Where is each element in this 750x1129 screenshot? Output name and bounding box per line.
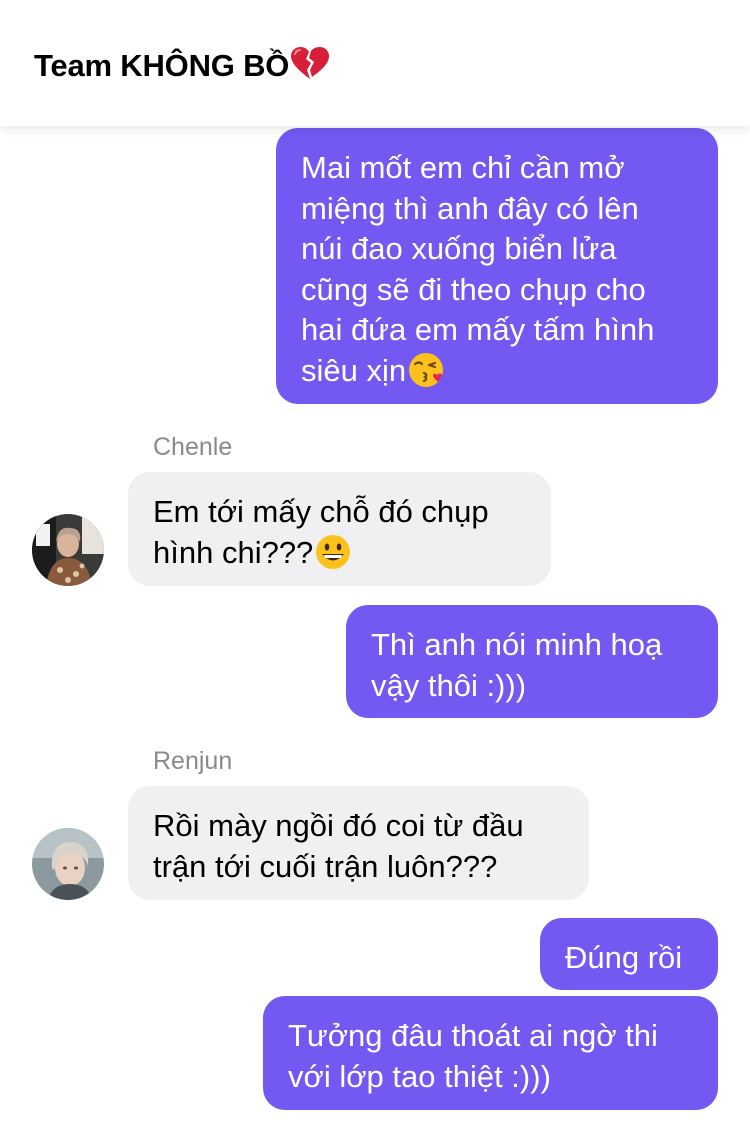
sender-name: Renjun <box>153 747 233 775</box>
outgoing-message[interactable]: Mai mốt em chỉ cần mở miệng thì anh đây … <box>276 128 718 404</box>
message-line-text: hình chi??? <box>153 534 314 570</box>
kissing-face-icon <box>407 351 445 389</box>
incoming-message[interactable]: Rồi mày ngồi đó coi từ đầu trận tới cuối… <box>128 786 589 900</box>
message-line: Mai mốt em chỉ cần mở <box>301 150 625 185</box>
broken-heart-icon <box>290 46 330 80</box>
message-line: với lớp tao thiệt :))) <box>288 1058 551 1094</box>
message-line: Đúng rồi <box>565 940 683 975</box>
message-line-text: siêu xịn <box>301 352 407 388</box>
message-line: trận tới cuối trận luôn??? <box>153 848 498 884</box>
grinning-face-icon <box>314 533 352 571</box>
message-line: vậy thôi :))) <box>371 667 527 703</box>
sender-name: Chenle <box>153 433 233 461</box>
message-line: Rồi mày ngồi đó coi từ đầu <box>153 808 524 843</box>
chat-header: Team KHÔNG BỒ <box>0 0 750 126</box>
message-line: cũng sẽ đi theo chụp cho <box>301 271 646 307</box>
outgoing-message[interactable]: Đúng rồi <box>540 918 718 990</box>
avatar-renjun[interactable] <box>32 828 104 900</box>
message-line: Thì anh nói minh hoạ <box>371 627 663 662</box>
message-line: miệng thì anh đây có lên <box>301 190 639 226</box>
message-line: hai đứa em mấy tấm hình <box>301 312 655 347</box>
chat-title-text: Team KHÔNG BỒ <box>34 48 290 83</box>
chat-title[interactable]: Team KHÔNG BỒ <box>34 46 330 84</box>
message-line: Tưởng đâu thoát ai ngờ thi <box>288 1018 658 1053</box>
avatar-chenle[interactable] <box>32 514 104 586</box>
outgoing-message[interactable]: Thì anh nói minh hoạ vậy thôi :))) <box>346 605 718 718</box>
message-line: núi đao xuống biển lửa <box>301 231 617 266</box>
message-line-last: siêu xịn <box>301 351 694 392</box>
message-line: Em tới mấy chỗ đó chụp <box>153 494 489 529</box>
outgoing-message[interactable]: Tưởng đâu thoát ai ngờ thi với lớp tao t… <box>263 996 718 1110</box>
message-line-last: hình chi??? <box>153 533 527 574</box>
incoming-message[interactable]: Em tới mấy chỗ đó chụp hình chi??? <box>128 472 551 586</box>
